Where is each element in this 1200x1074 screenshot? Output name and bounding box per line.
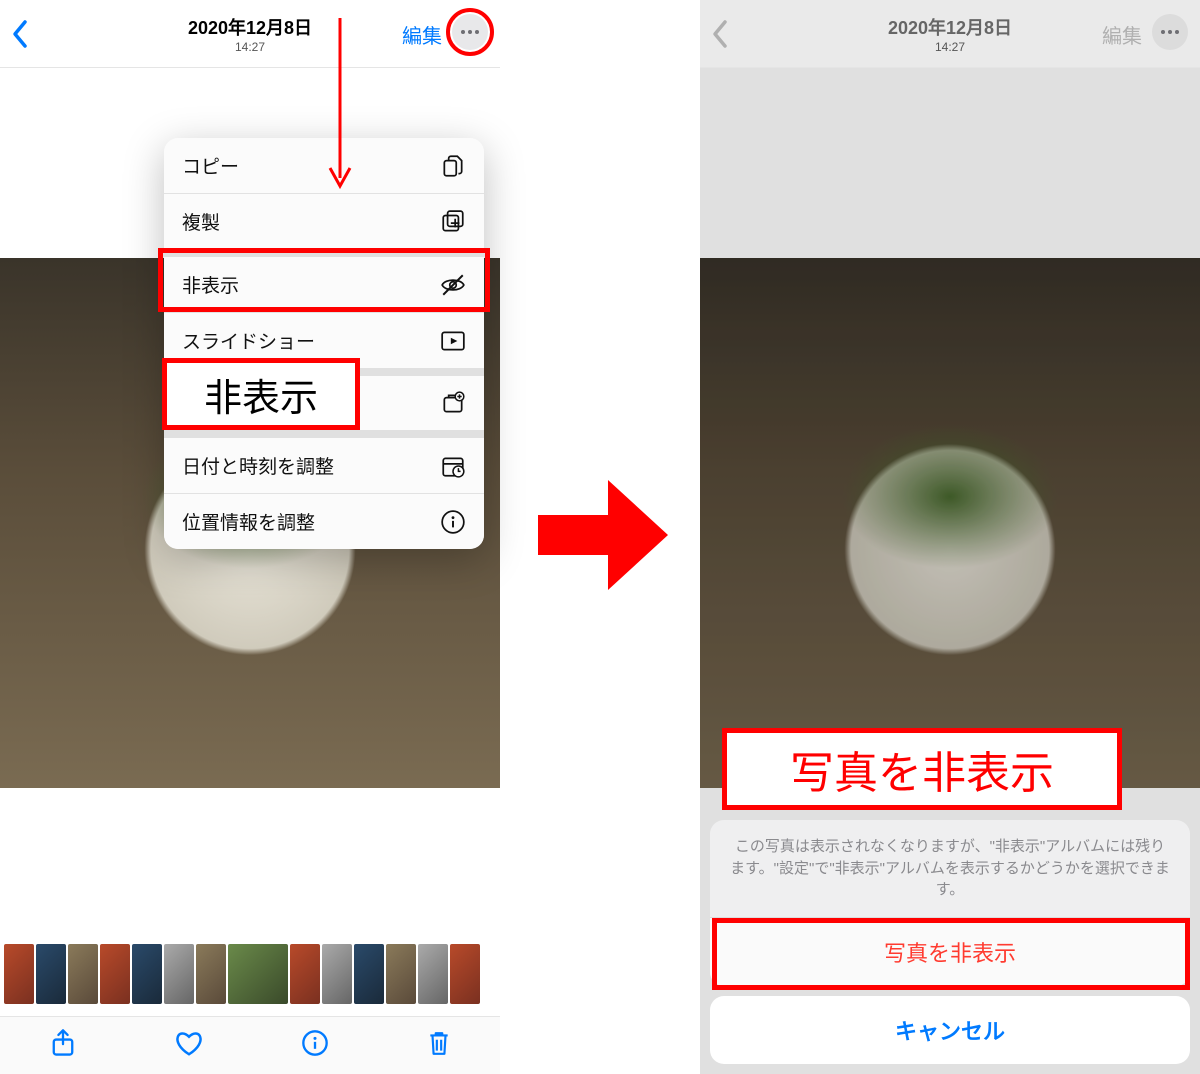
album-add-icon — [440, 390, 466, 416]
menu-hide-label: 非表示 — [182, 271, 239, 298]
play-rect-icon — [440, 328, 466, 354]
ellipsis-icon — [1161, 30, 1179, 34]
thumbnail-current[interactable] — [228, 944, 288, 1004]
menu-hide[interactable]: 非表示 — [164, 257, 484, 313]
photo-area: 写真を非表示 この写真は表示されなくなりますが、"非表示"アルバムには残ります。… — [700, 68, 1200, 1074]
action-sheet: この写真は表示されなくなりますが、"非表示"アルバムには残ります。"設定"で"非… — [710, 820, 1190, 1064]
favorite-button[interactable] — [174, 1029, 204, 1062]
title-block: 2020年12月8日 14:27 — [188, 14, 312, 54]
menu-adjust-location[interactable]: 位置情報を調整 — [164, 494, 484, 549]
thumbnail[interactable] — [4, 944, 34, 1004]
cancel-button[interactable]: キャンセル — [710, 996, 1190, 1064]
delete-button[interactable] — [426, 1028, 452, 1063]
thumbnail[interactable] — [196, 944, 226, 1004]
more-button[interactable] — [1152, 14, 1188, 50]
ellipsis-icon — [461, 30, 479, 34]
thumbnail[interactable] — [132, 944, 162, 1004]
edit-button[interactable]: 編集 — [1102, 20, 1142, 49]
title-block: 2020年12月8日 14:27 — [888, 14, 1012, 54]
menu-add-album[interactable] — [164, 376, 484, 438]
bottom-toolbar — [0, 1016, 500, 1074]
info-button[interactable] — [301, 1029, 329, 1062]
title-date: 2020年12月8日 — [188, 14, 312, 40]
header: 2020年12月8日 14:27 編集 — [700, 0, 1200, 68]
thumbnail[interactable] — [418, 944, 448, 1004]
menu-adjust-location-label: 位置情報を調整 — [182, 508, 315, 535]
phone-right: 2020年12月8日 14:27 編集 写真を非表示 この写真は表示されなくなり… — [700, 0, 1200, 1074]
photo-area: コピー 複製 非表示 スライドショー 日付と時刻を調整 — [0, 68, 500, 1074]
menu-slideshow-label: スライドショー — [182, 327, 315, 354]
thumbnail[interactable] — [68, 944, 98, 1004]
thumbnail[interactable] — [386, 944, 416, 1004]
back-button[interactable] — [10, 18, 30, 55]
thumbnail[interactable] — [290, 944, 320, 1004]
thumbnail[interactable] — [354, 944, 384, 1004]
share-button[interactable] — [49, 1028, 77, 1063]
thumbnail[interactable] — [164, 944, 194, 1004]
menu-adjust-date[interactable]: 日付と時刻を調整 — [164, 438, 484, 494]
duplicate-icon — [440, 209, 466, 235]
menu-copy-label: コピー — [182, 152, 239, 179]
more-button[interactable] — [452, 14, 488, 50]
heart-icon — [174, 1029, 204, 1057]
thumbnail[interactable] — [322, 944, 352, 1004]
title-date: 2020年12月8日 — [888, 14, 1012, 40]
share-icon — [49, 1028, 77, 1058]
info-circle-icon — [301, 1029, 329, 1057]
flow-arrow — [538, 480, 668, 590]
sheet-message: この写真は表示されなくなりますが、"非表示"アルバムには残ります。"設定"で"非… — [710, 820, 1190, 918]
menu-copy[interactable]: コピー — [164, 138, 484, 194]
trash-icon — [426, 1028, 452, 1058]
menu-duplicate[interactable]: 複製 — [164, 194, 484, 257]
context-menu: コピー 複製 非表示 スライドショー 日付と時刻を調整 — [164, 138, 484, 549]
phone-left: 2020年12月8日 14:27 編集 コピー 複製 非表示 ス — [0, 0, 500, 1074]
menu-duplicate-label: 複製 — [182, 208, 220, 235]
back-button[interactable] — [710, 18, 730, 55]
sheet-block: この写真は表示されなくなりますが、"非表示"アルバムには残ります。"設定"で"非… — [710, 820, 1190, 986]
title-time: 14:27 — [188, 40, 312, 54]
thumbnail[interactable] — [36, 944, 66, 1004]
title-time: 14:27 — [888, 40, 1012, 54]
header: 2020年12月8日 14:27 編集 — [0, 0, 500, 68]
eye-slash-icon — [440, 272, 466, 298]
copy-icon — [440, 153, 466, 179]
thumbnail-strip[interactable] — [0, 944, 500, 1010]
calendar-clock-icon — [440, 453, 466, 479]
thumbnail[interactable] — [100, 944, 130, 1004]
info-icon — [440, 509, 466, 535]
menu-adjust-date-label: 日付と時刻を調整 — [182, 452, 334, 479]
menu-slideshow[interactable]: スライドショー — [164, 313, 484, 376]
thumbnail[interactable] — [450, 944, 480, 1004]
hide-photo-button[interactable]: 写真を非表示 — [710, 918, 1190, 986]
edit-button[interactable]: 編集 — [402, 20, 442, 49]
